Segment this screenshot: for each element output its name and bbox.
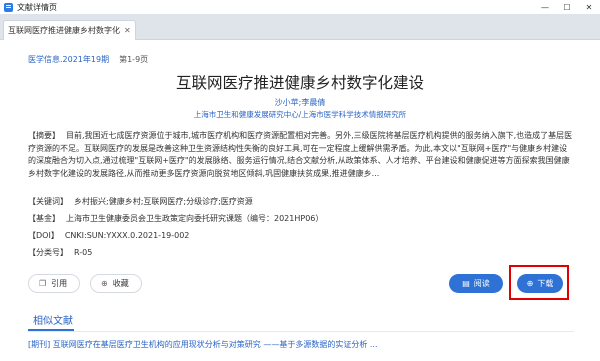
cite-label: 引用 [51, 279, 68, 288]
journal-meta: 医学信息.2021年19期 第1-9页 [28, 54, 148, 65]
abstract-text: 目前,我国近七成医疗资源位于城市,城市医疗机构和医疗资源配置相对完善。另外,三级… [28, 131, 573, 178]
keywords-label: 【关键词】 [28, 197, 68, 206]
document-title: 互联网医疗推进健康乡村数字化建设 [175, 74, 424, 92]
window-titlebar: 文献详情页 — ☐ ✕ [0, 0, 600, 14]
download-highlight-box [509, 265, 569, 300]
app-icon [4, 2, 13, 12]
doi-label: 【DOI】 [28, 231, 59, 240]
read-button[interactable]: ▤ 阅读 [449, 274, 503, 293]
authors[interactable]: 沙小苹;李晨倩 [0, 97, 600, 108]
page-range: 第1-9页 [119, 55, 149, 64]
close-window-button[interactable]: ✕ [578, 0, 600, 14]
classification: 【分类号】 R-05 [28, 247, 92, 260]
abstract: 【摘要】 目前,我国近七成医疗资源位于城市,城市医疗机构和医疗资源配置相对完善。另… [28, 130, 574, 180]
abstract-label: 【摘要】 [28, 131, 60, 140]
minimize-button[interactable]: — [534, 0, 556, 14]
fund-text: 上海市卫生健康委员会卫生政策定向委托研究课题（编号：2021HP06） [66, 214, 324, 223]
maximize-button[interactable]: ☐ [556, 0, 578, 14]
journal-issue-link[interactable]: 医学信息.2021年19期 [28, 54, 109, 65]
cite-button[interactable]: ❐ 引用 [28, 274, 80, 293]
keywords-text[interactable]: 乡村振兴;健康乡村;互联网医疗;分级诊疗;医疗资源 [74, 197, 253, 206]
secondary-actions: ❐ 引用 ⊕ 收藏 [28, 274, 142, 293]
related-docs-tab[interactable]: 相似文献 [33, 312, 73, 327]
classification-text: R-05 [74, 248, 93, 257]
classification-label: 【分类号】 [28, 248, 68, 257]
fund: 【基金】 上海市卫生健康委员会卫生政策定向委托研究课题（编号：2021HP06） [28, 213, 323, 226]
book-icon: ▤ [462, 279, 470, 288]
tab-close-icon[interactable]: ✕ [124, 26, 131, 35]
doi: 【DOI】 CNKI:SUN:YXXX.0.2021-19-002 [28, 230, 189, 243]
related-item[interactable]: [期刊] 互联网医疗在基层医疗卫生机构的应用现状分析与对策研究 ——基于多源数据… [28, 339, 588, 353]
organizations[interactable]: 上海市卫生和健康发展研究中心/上海市医学科学技术情报研究所 [0, 109, 600, 120]
tab-label: 互联网医疗推进健康乡村数字化建设 [8, 26, 120, 35]
window-title: 文献详情页 [17, 2, 57, 12]
fund-label: 【基金】 [28, 214, 60, 223]
star-icon: ⊕ [101, 279, 108, 288]
section-divider [28, 331, 574, 332]
window-controls: — ☐ ✕ [534, 0, 600, 14]
read-label: 阅读 [473, 279, 490, 288]
favorite-button[interactable]: ⊕ 收藏 [90, 274, 142, 293]
quote-icon: ❐ [39, 279, 47, 288]
keywords: 【关键词】 乡村振兴;健康乡村;互联网医疗;分级诊疗;医疗资源 [28, 196, 253, 209]
tab-document[interactable]: 互联网医疗推进健康乡村数字化建设 ✕ [3, 20, 136, 40]
doi-text: CNKI:SUN:YXXX.0.2021-19-002 [64, 231, 190, 240]
tab-strip: 互联网医疗推进健康乡村数字化建设 ✕ [0, 14, 600, 40]
favorite-label: 收藏 [112, 279, 129, 288]
document-detail: 医学信息.2021年19期 第1-9页 互联网医疗推进健康乡村数字化建设 沙小苹… [0, 41, 600, 361]
